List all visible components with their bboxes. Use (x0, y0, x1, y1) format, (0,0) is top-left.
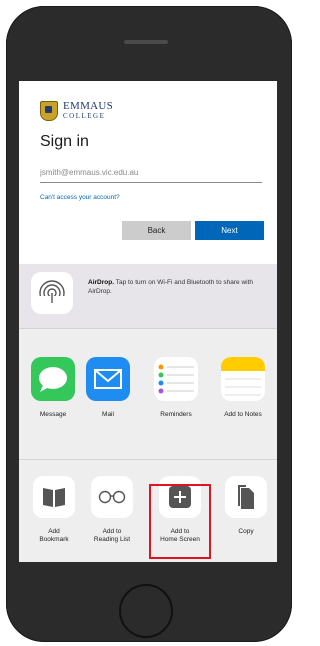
message-icon (31, 357, 75, 401)
speaker-grille (124, 40, 168, 44)
cant-access-link[interactable]: Can't access your account? (40, 194, 120, 201)
action-label-line2: Reading List (93, 536, 131, 543)
college-logo: EMMAUS COLLEGE (40, 101, 113, 121)
glasses-icon (91, 476, 133, 518)
crest-icon (40, 101, 58, 121)
airdrop-description: AirDrop. Tap to turn on Wi-Fi and Blueto… (88, 278, 274, 296)
share-sheet: AirDrop. Tap to turn on Wi-Fi and Blueto… (19, 264, 277, 562)
app-label-notes: Add to Notes (224, 411, 262, 418)
app-label-reminders: Reminders (160, 411, 192, 418)
logo-main-text: EMMAUS (63, 100, 114, 112)
airdrop-section: AirDrop. Tap to turn on Wi-Fi and Blueto… (19, 264, 277, 329)
page-title: Sign in (40, 133, 89, 150)
notes-icon (221, 357, 265, 401)
airdrop-title: AirDrop. (88, 279, 114, 286)
reminders-icon (154, 357, 198, 401)
next-button[interactable]: Next (195, 221, 264, 240)
airdrop-icon[interactable] (31, 272, 73, 314)
action-label-line1: Add to (102, 528, 122, 535)
email-field[interactable]: jsmith@emmaus.vic.edu.au (40, 164, 262, 183)
home-button[interactable] (119, 584, 173, 638)
copy-icon (225, 476, 267, 518)
mail-icon (86, 357, 130, 401)
apps-row: Message Mail Reminders Add to Notes (19, 357, 277, 447)
app-message[interactable]: Message (23, 357, 83, 419)
app-label-message: Message (39, 411, 67, 418)
app-notes[interactable]: Add to Notes (213, 357, 273, 419)
action-label-line1: Copy (238, 528, 254, 535)
action-add-bookmark[interactable]: Add Bookmark (24, 476, 84, 544)
app-mail[interactable]: Mail (78, 357, 138, 419)
logo-sub-text: COLLEGE (63, 112, 106, 120)
action-copy[interactable]: Copy (216, 476, 276, 536)
action-add-reading-list[interactable]: Add to Reading List (82, 476, 142, 544)
back-button[interactable]: Back (122, 221, 191, 240)
action-label-line2: Bookmark (39, 536, 69, 543)
screen: EMMAUS COLLEGE Sign in jsmith@emmaus.vic… (19, 81, 277, 562)
action-label-line1: Add (48, 528, 60, 535)
app-label-mail: Mail (102, 411, 114, 418)
actions-row: Add Bookmark Add to Reading List Add to … (19, 459, 277, 562)
app-reminders[interactable]: Reminders (146, 357, 206, 419)
book-icon (33, 476, 75, 518)
highlight-box (149, 484, 211, 559)
